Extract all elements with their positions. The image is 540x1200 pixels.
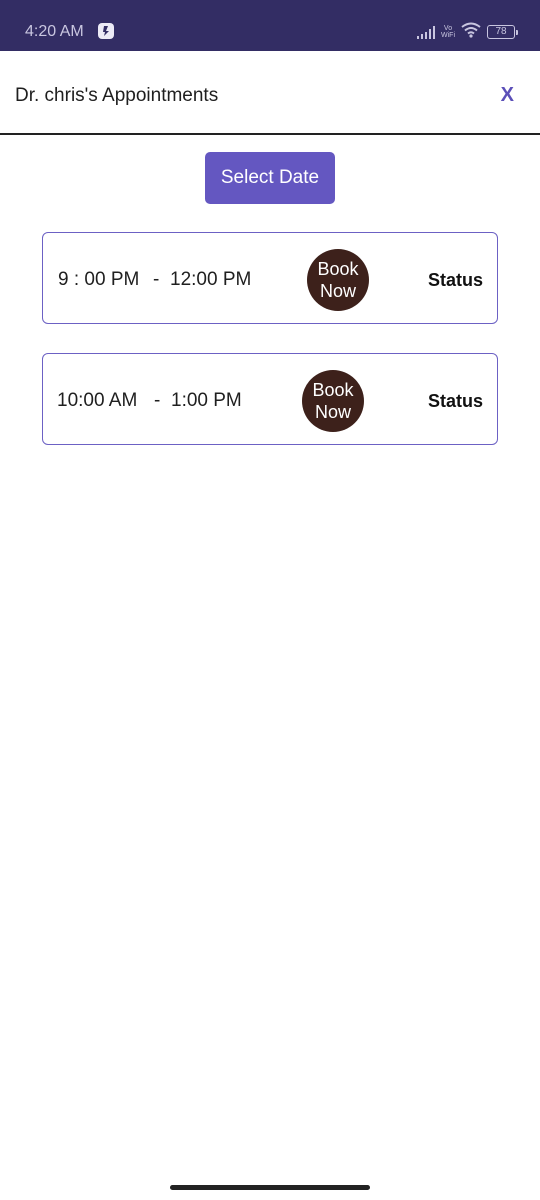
book-now-button[interactable]: Book Now — [302, 370, 364, 432]
gesture-nav-handle[interactable] — [170, 1185, 370, 1190]
wifi-icon — [461, 22, 481, 43]
slot-end-time: 12:00 PM — [170, 269, 252, 290]
book-now-label-line2: Now — [314, 402, 351, 422]
app-header: Dr. chris's Appointments X — [0, 51, 540, 135]
slot-status: Status — [427, 391, 483, 411]
appointment-slot-card: 9 : 00 PM - 12:00 PM Book Now Status — [42, 232, 498, 324]
notification-app-icon — [98, 23, 114, 39]
slot-start-time: 9 : 00 PM — [58, 269, 140, 290]
page-title: Dr. chris's Appointments — [15, 85, 219, 106]
signal-strength-icon — [417, 25, 435, 39]
status-indicators: Vo WiFi 78 — [417, 21, 518, 43]
appointment-slot-card: 10:00 AM - 1:00 PM Book Now Status — [42, 353, 498, 445]
vowifi-icon: Vo WiFi — [441, 25, 455, 39]
status-bar: 4:20 AM Vo WiFi 78 — [0, 0, 540, 51]
book-now-label-line1: Book — [317, 259, 359, 279]
slot-start-time: 10:00 AM — [57, 390, 138, 411]
book-now-label-line2: Now — [319, 281, 356, 301]
select-date-button[interactable]: Select Date — [205, 152, 335, 204]
slot-time-separator: - — [153, 269, 160, 290]
close-button[interactable]: X — [501, 84, 514, 107]
vowifi-label-top: Vo — [443, 25, 453, 32]
slot-status: Status — [427, 270, 483, 290]
slot-time-separator: - — [154, 390, 161, 411]
status-time: 4:20 AM — [25, 23, 84, 40]
vowifi-label-bottom: WiFi — [441, 32, 455, 39]
book-now-label-line1: Book — [312, 380, 354, 400]
book-now-button[interactable]: Book Now — [307, 249, 369, 311]
battery-level: 78 — [487, 25, 515, 39]
battery-icon: 78 — [487, 25, 518, 39]
slot-end-time: 1:00 PM — [171, 390, 242, 411]
